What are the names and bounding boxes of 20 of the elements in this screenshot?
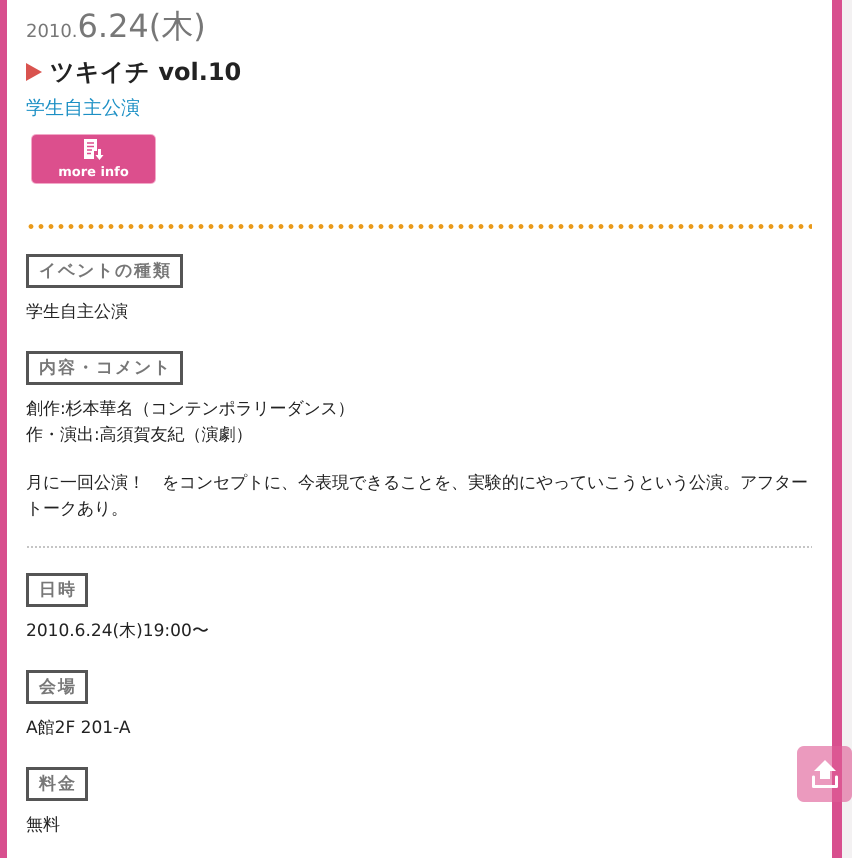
event-date-year: 2010. <box>26 20 78 44</box>
section-heading: 内容・コメント <box>26 351 183 385</box>
scroll-to-top-button[interactable] <box>797 746 852 802</box>
upload-icon <box>810 759 838 789</box>
event-date: 6.24(木) <box>78 6 206 47</box>
section-text: 学生自主公演 <box>26 301 129 324</box>
more-info-button[interactable]: more info <box>31 134 156 184</box>
section-text: 無料 <box>26 814 61 837</box>
event-title: ツキイチ vol.10 <box>50 57 242 88</box>
triangle-icon <box>26 63 42 81</box>
section-text: 2010.6.24(木)19:00〜 <box>26 620 210 643</box>
section-heading: 料金 <box>26 767 88 801</box>
section-text: A館2F 201-A <box>26 717 132 740</box>
section-heading: イベントの種類 <box>26 254 183 288</box>
section-heading: 会場 <box>26 670 88 704</box>
section-text: 作・演出:高須賀友紀（演劇） <box>26 424 254 447</box>
category-link[interactable]: 学生自主公演 <box>26 94 140 122</box>
section-heading: 日時 <box>26 573 88 607</box>
section-text: 月に一回公演！ をコンセプトに、今表現できることを、実験的にやっていこうという公演。アフタートークあり。 <box>26 472 809 521</box>
section-text: 創作:杉本華名（コンテンポラリーダンス） <box>26 398 356 421</box>
